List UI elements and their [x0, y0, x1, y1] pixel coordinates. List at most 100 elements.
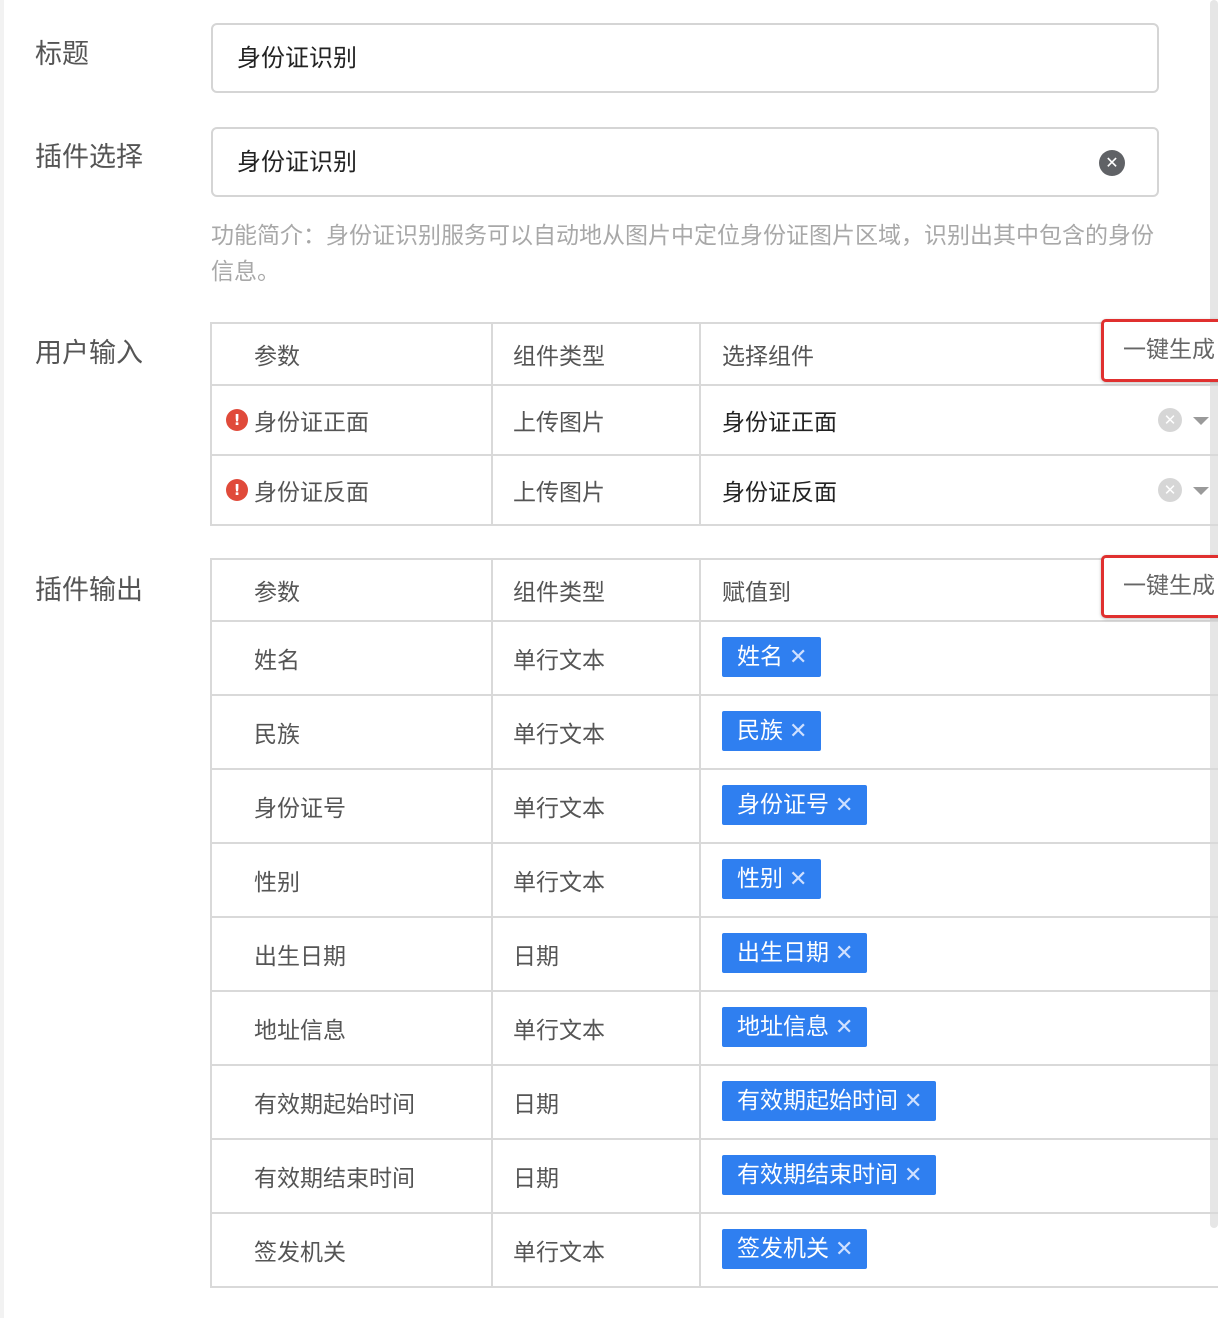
- param-text: 身份证正面: [254, 410, 369, 436]
- assign-cell: 性别 ✕: [699, 842, 1218, 918]
- close-circle-icon[interactable]: ✕: [1158, 408, 1182, 432]
- header-param: 参数: [210, 322, 493, 386]
- title-label: 标题: [35, 39, 89, 70]
- type-cell: 日期: [491, 916, 701, 992]
- close-icon[interactable]: ✕: [835, 793, 853, 818]
- close-circle-icon[interactable]: ✕: [1158, 478, 1182, 502]
- tag-label: 有效期结束时间: [737, 1161, 898, 1188]
- type-cell: 单行文本: [491, 768, 701, 844]
- select-value: 身份证反面: [722, 480, 837, 506]
- assign-tag[interactable]: 姓名 ✕: [722, 636, 822, 677]
- param-text: 身份证反面: [254, 480, 369, 506]
- table-header-row: 参数 组件类型 选择组件 一键生成: [210, 319, 1218, 386]
- close-icon[interactable]: ✕: [789, 867, 807, 892]
- type-cell: 单行文本: [491, 990, 701, 1066]
- title-input-value: 身份证识别: [237, 44, 357, 72]
- param-cell: ! 身份证正面: [210, 384, 493, 456]
- plugin-select-value: 身份证识别: [237, 148, 357, 176]
- table-row: 姓名 单行文本 姓名 ✕: [210, 620, 1218, 696]
- header-component-type: 组件类型: [491, 322, 701, 386]
- param-cell: ! 身份证反面: [210, 454, 493, 526]
- assign-cell: 民族 ✕: [699, 694, 1218, 770]
- tag-label: 姓名: [737, 643, 783, 670]
- close-icon[interactable]: ✕: [835, 1015, 853, 1040]
- close-icon[interactable]: ✕: [789, 645, 807, 670]
- user-input-label: 用户输入: [35, 338, 143, 369]
- plugin-output-label: 插件输出: [35, 575, 143, 606]
- close-icon[interactable]: ✕: [904, 1089, 922, 1114]
- user-input-table: 参数 组件类型 选择组件 一键生成 ! 身份证正面 上传图片 身份证正面 ✕ !…: [210, 319, 1218, 526]
- left-divider: [0, 0, 4, 1318]
- header-select-component: 选择组件 一键生成: [699, 319, 1218, 386]
- close-icon[interactable]: ✕: [835, 941, 853, 966]
- tag-label: 签发机关: [737, 1235, 829, 1262]
- caret-down-icon[interactable]: [1193, 487, 1209, 495]
- plugin-description: 功能简介：身份证识别服务可以自动地从图片中定位身份证图片区域，识别出其中包含的身…: [211, 223, 1154, 285]
- tag-label: 身份证号: [737, 791, 829, 818]
- assign-tag[interactable]: 民族 ✕: [722, 710, 822, 751]
- param-cell: 出生日期: [210, 916, 493, 992]
- param-cell: 身份证号: [210, 768, 493, 844]
- tag-label: 地址信息: [737, 1013, 829, 1040]
- table-header-row: 参数 组件类型 赋值到 一键生成: [210, 555, 1218, 622]
- param-cell: 性别: [210, 842, 493, 918]
- caret-down-icon[interactable]: [1193, 417, 1209, 425]
- plugin-select-label: 插件选择: [35, 142, 143, 173]
- close-icon[interactable]: ✕: [904, 1163, 922, 1188]
- close-icon[interactable]: ✕: [789, 719, 807, 744]
- type-cell: 日期: [491, 1138, 701, 1214]
- assign-cell: 签发机关 ✕: [699, 1212, 1218, 1288]
- assign-cell: 姓名 ✕: [699, 620, 1218, 696]
- generate-button-input[interactable]: 一键生成: [1101, 319, 1218, 382]
- type-cell: 日期: [491, 1064, 701, 1140]
- assign-cell: 身份证号 ✕: [699, 768, 1218, 844]
- assign-tag[interactable]: 身份证号 ✕: [722, 784, 868, 825]
- tag-label: 性别: [737, 865, 783, 892]
- table-row: 身份证号 单行文本 身份证号 ✕: [210, 768, 1218, 844]
- type-cell: 单行文本: [491, 842, 701, 918]
- table-row: 出生日期 日期 出生日期 ✕: [210, 916, 1218, 992]
- table-row: 签发机关 单行文本 签发机关 ✕: [210, 1212, 1218, 1288]
- header-select-component-text: 选择组件: [722, 344, 814, 370]
- param-cell: 签发机关: [210, 1212, 493, 1288]
- assign-tag[interactable]: 地址信息 ✕: [722, 1006, 868, 1047]
- table-row: ! 身份证反面 上传图片 身份证反面 ✕: [210, 454, 1218, 526]
- table-row: 有效期起始时间 日期 有效期起始时间 ✕: [210, 1064, 1218, 1140]
- exclamation-circle-icon: !: [226, 479, 248, 501]
- table-row: 地址信息 单行文本 地址信息 ✕: [210, 990, 1218, 1066]
- plugin-output-table: 参数 组件类型 赋值到 一键生成 姓名 单行文本 姓名 ✕ 民族 单行文本 民族 ✕…: [210, 555, 1218, 1288]
- assign-tag[interactable]: 性别 ✕: [722, 858, 822, 899]
- param-cell: 有效期结束时间: [210, 1138, 493, 1214]
- param-cell: 姓名: [210, 620, 493, 696]
- close-icon[interactable]: ✕: [835, 1237, 853, 1262]
- assign-cell: 有效期结束时间 ✕: [699, 1138, 1218, 1214]
- table-row: 性别 单行文本 性别 ✕: [210, 842, 1218, 918]
- header-assign-to: 赋值到 一键生成: [699, 555, 1218, 622]
- component-select[interactable]: 身份证反面 ✕: [699, 454, 1218, 526]
- generate-button-output[interactable]: 一键生成: [1101, 555, 1218, 618]
- assign-tag[interactable]: 有效期起始时间 ✕: [722, 1080, 937, 1121]
- table-row: 民族 单行文本 民族 ✕: [210, 694, 1218, 770]
- type-cell: 单行文本: [491, 1212, 701, 1288]
- title-input[interactable]: 身份证识别: [211, 23, 1159, 93]
- header-assign-to-text: 赋值到: [722, 580, 791, 606]
- select-value: 身份证正面: [722, 410, 837, 436]
- type-cell: 单行文本: [491, 620, 701, 696]
- header-component-type: 组件类型: [491, 558, 701, 622]
- tag-label: 民族: [737, 717, 783, 744]
- type-cell: 上传图片: [491, 454, 701, 526]
- header-param: 参数: [210, 558, 493, 622]
- table-row: 有效期结束时间 日期 有效期结束时间 ✕: [210, 1138, 1218, 1214]
- table-row: ! 身份证正面 上传图片 身份证正面 ✕: [210, 384, 1218, 456]
- tag-label: 有效期起始时间: [737, 1087, 898, 1114]
- assign-cell: 出生日期 ✕: [699, 916, 1218, 992]
- tag-label: 出生日期: [737, 939, 829, 966]
- type-cell: 单行文本: [491, 694, 701, 770]
- assign-cell: 有效期起始时间 ✕: [699, 1064, 1218, 1140]
- component-select[interactable]: 身份证正面 ✕: [699, 384, 1218, 456]
- assign-tag[interactable]: 签发机关 ✕: [722, 1228, 868, 1269]
- assign-tag[interactable]: 有效期结束时间 ✕: [722, 1154, 937, 1195]
- assign-tag[interactable]: 出生日期 ✕: [722, 932, 868, 973]
- close-circle-icon[interactable]: ✕: [1099, 150, 1125, 176]
- plugin-select[interactable]: 身份证识别 ✕: [211, 127, 1159, 197]
